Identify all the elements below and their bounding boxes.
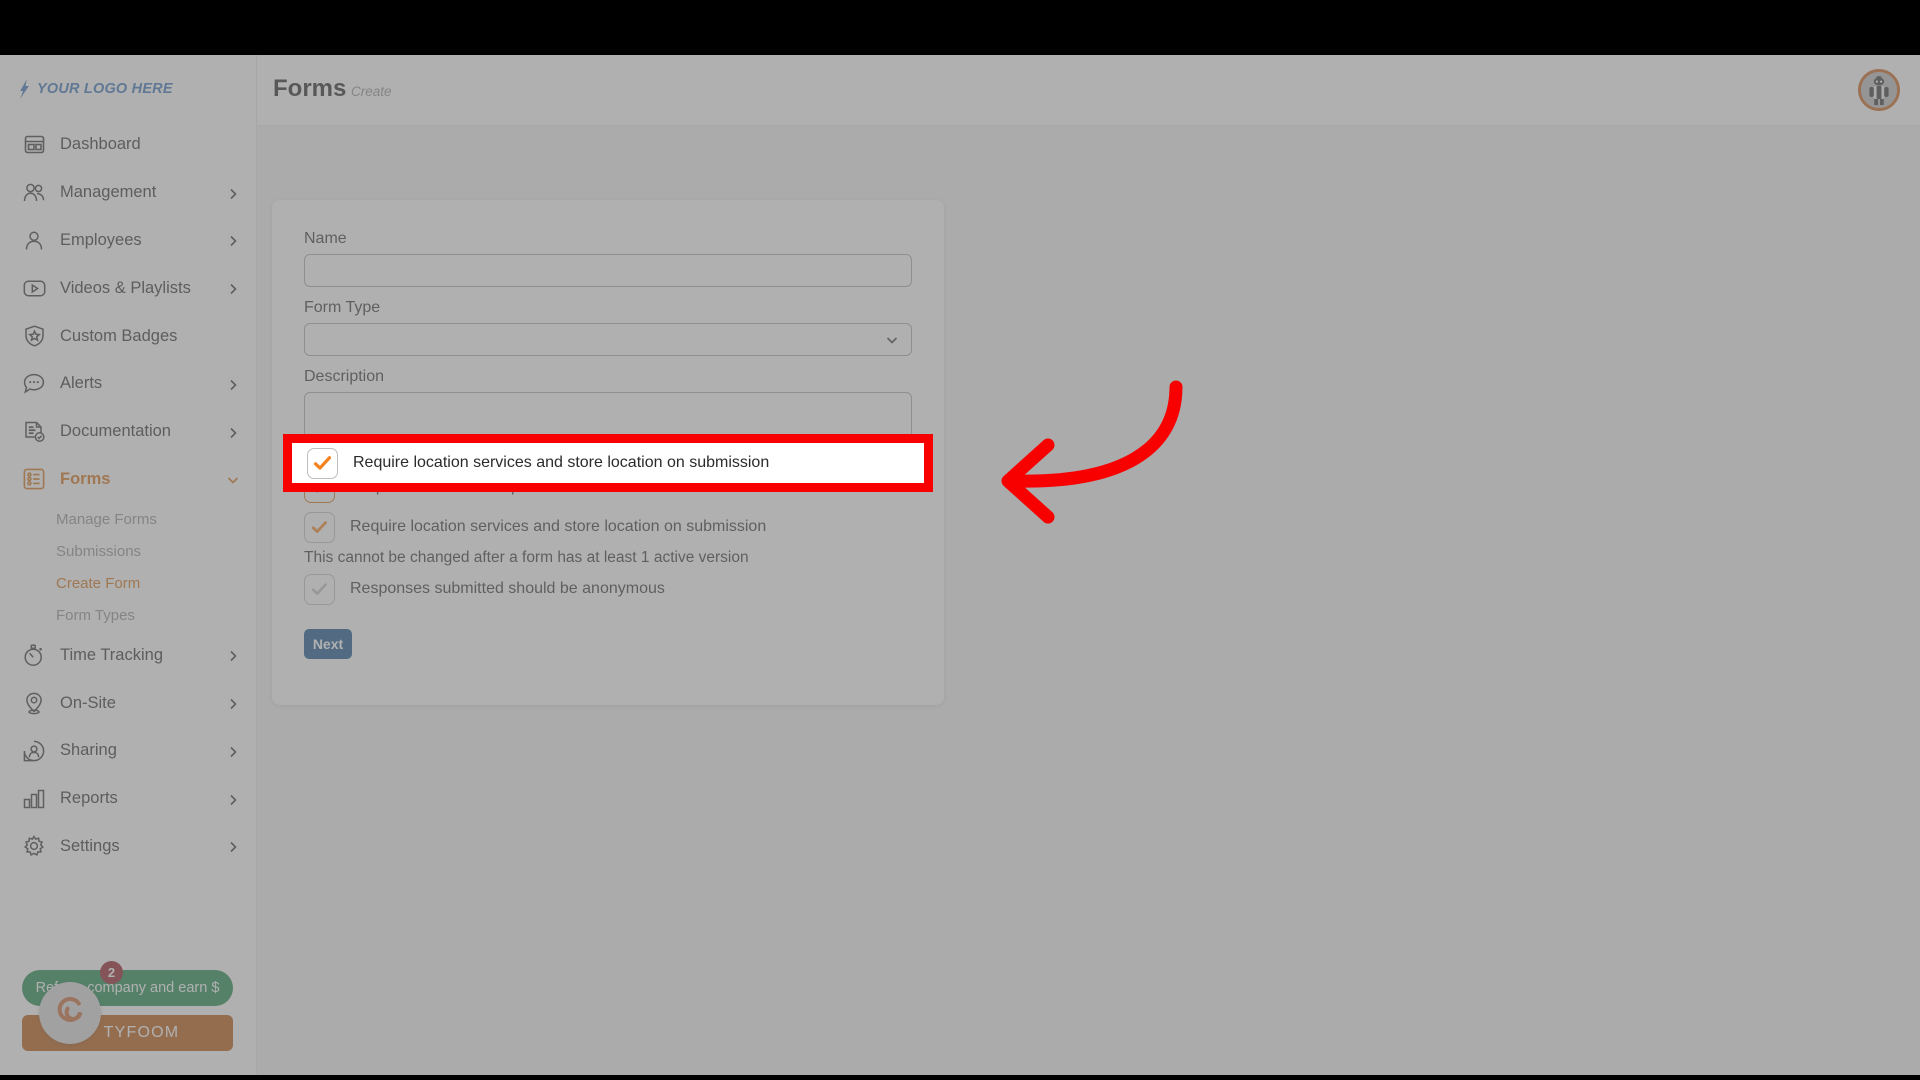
main-content: Name Form Type Description Require locat… bbox=[257, 125, 1920, 1075]
stopwatch-icon bbox=[22, 643, 46, 667]
location-services-checkbox-highlighted[interactable] bbox=[307, 447, 338, 479]
chevron-right-icon bbox=[227, 426, 239, 438]
form-type-label: Form Type bbox=[304, 299, 381, 316]
chevron-right-icon bbox=[227, 234, 239, 247]
dashboard-icon bbox=[22, 133, 46, 157]
lightning-logo-icon bbox=[20, 78, 32, 100]
person-icon bbox=[22, 228, 46, 252]
people-icon bbox=[22, 181, 46, 205]
sidebar-item-sharing[interactable]: Sharing bbox=[0, 727, 257, 775]
sidebar-subnav-forms: Manage Forms Submissions Create Form For… bbox=[0, 503, 257, 631]
name-label: Name bbox=[304, 230, 347, 247]
sidebar-item-label: Documentation bbox=[60, 422, 171, 441]
map-pin-icon bbox=[22, 691, 46, 715]
sidebar-item-employees[interactable]: Employees bbox=[0, 217, 257, 265]
checkmark-icon bbox=[313, 455, 332, 470]
sidebar-item-label: Sharing bbox=[60, 741, 117, 760]
sidebar-item-label: Reports bbox=[60, 789, 118, 808]
sidebar-subitem-label: Submissions bbox=[56, 542, 142, 560]
annotation-highlight-box: Require location services and store loca… bbox=[283, 434, 933, 492]
name-input[interactable] bbox=[304, 254, 912, 287]
gear-icon bbox=[22, 834, 46, 858]
screen-root: YOUR LOGO HERE Dashboard Management Empl… bbox=[0, 0, 1920, 1080]
top-bar: Forms Create bbox=[257, 55, 1920, 126]
sidebar-item-label: Alerts bbox=[60, 374, 103, 393]
chevron-right-icon bbox=[227, 187, 239, 199]
sidebar-item-forms[interactable]: Forms bbox=[0, 456, 257, 504]
chevron-right-icon bbox=[227, 840, 239, 853]
chevron-right-icon bbox=[227, 282, 239, 295]
form-list-icon bbox=[22, 467, 46, 491]
sidebar-item-time-tracking[interactable]: Time Tracking bbox=[0, 631, 257, 679]
sidebar-nav: Dashboard Management Employees Videos & … bbox=[0, 121, 257, 870]
highlighted-checkbox-row[interactable]: Require location services and store loca… bbox=[292, 443, 924, 483]
sidebar-promo: Refer a company and earn $ 2 TYFOOM bbox=[22, 961, 233, 1051]
sidebar-item-dashboard[interactable]: Dashboard bbox=[0, 121, 257, 169]
document-check-icon bbox=[22, 420, 46, 444]
sidebar-item-videos-playlists[interactable]: Videos & Playlists bbox=[0, 264, 257, 312]
sidebar-item-label: Custom Badges bbox=[60, 326, 178, 345]
chat-bubble-icon bbox=[22, 372, 46, 396]
chevron-down-icon bbox=[885, 333, 899, 347]
checkmark-icon bbox=[311, 520, 327, 533]
location-services-checkbox-label-highlighted: Require location services and store loca… bbox=[353, 454, 770, 471]
sidebar: YOUR LOGO HERE Dashboard Management Empl… bbox=[0, 55, 257, 1075]
bar-chart-icon bbox=[22, 787, 46, 811]
tyfoom-spiral-icon bbox=[50, 991, 90, 1036]
video-play-icon bbox=[22, 276, 46, 300]
location-services-checkbox-label: Require location services and store loca… bbox=[350, 518, 767, 535]
sidebar-item-label: On-Site bbox=[60, 693, 116, 712]
chevron-right-icon bbox=[227, 378, 239, 390]
sidebar-item-label: Time Tracking bbox=[60, 645, 163, 664]
avatar[interactable] bbox=[1858, 69, 1900, 111]
tyfoom-label: TYFOOM bbox=[103, 1024, 180, 1041]
sidebar-item-management[interactable]: Management bbox=[0, 169, 257, 217]
sidebar-subitem-label: Form Types bbox=[56, 606, 135, 624]
sidebar-subitem-label: Manage Forms bbox=[56, 510, 157, 528]
next-button[interactable]: Next bbox=[304, 629, 352, 659]
sidebar-subitem-form-types[interactable]: Form Types bbox=[0, 599, 257, 631]
share-person-icon bbox=[22, 739, 46, 763]
sidebar-item-label: Videos & Playlists bbox=[60, 278, 191, 297]
app-logo[interactable]: YOUR LOGO HERE bbox=[20, 78, 173, 100]
tyfoom-floating-button[interactable] bbox=[39, 982, 101, 1044]
sidebar-item-custom-badges[interactable]: Custom Badges bbox=[0, 312, 257, 360]
sidebar-subitem-manage-forms[interactable]: Manage Forms bbox=[0, 503, 257, 535]
chevron-right-icon bbox=[227, 697, 239, 710]
chevron-right-icon bbox=[227, 649, 239, 662]
chevron-right-icon bbox=[227, 793, 239, 805]
checkbox-row-location-services[interactable]: Require location services and store loca… bbox=[304, 507, 912, 547]
sidebar-item-on-site[interactable]: On-Site bbox=[0, 679, 257, 727]
user-avatar-icon bbox=[1861, 72, 1897, 108]
location-services-checkbox[interactable] bbox=[304, 511, 335, 543]
refer-badge-count: 2 bbox=[100, 961, 123, 984]
checkbox-row-anonymous[interactable]: Responses submitted should be anonymous bbox=[304, 569, 912, 609]
logo-text: YOUR LOGO HERE bbox=[37, 81, 173, 97]
sidebar-subitem-create-form[interactable]: Create Form bbox=[0, 567, 257, 599]
shield-star-icon bbox=[22, 324, 46, 348]
sidebar-subitem-submissions[interactable]: Submissions bbox=[0, 535, 257, 567]
chevron-right-icon bbox=[227, 745, 239, 757]
page-title: Forms bbox=[273, 75, 347, 102]
anonymous-checkbox-label: Responses submitted should be anonymous bbox=[350, 580, 665, 597]
sidebar-item-label: Management bbox=[60, 183, 157, 202]
sidebar-item-label: Forms bbox=[60, 469, 111, 488]
anonymous-checkbox[interactable] bbox=[304, 573, 335, 605]
sidebar-item-settings[interactable]: Settings bbox=[0, 823, 257, 871]
description-label: Description bbox=[304, 368, 385, 385]
breadcrumb: Create bbox=[351, 84, 392, 99]
location-services-note: This cannot be changed after a form has … bbox=[304, 549, 749, 566]
sidebar-item-label: Settings bbox=[60, 836, 120, 855]
form-type-select[interactable] bbox=[304, 323, 912, 356]
application-viewport: YOUR LOGO HERE Dashboard Management Empl… bbox=[0, 55, 1920, 1075]
sidebar-item-label: Employees bbox=[60, 230, 142, 249]
chevron-down-icon bbox=[227, 473, 239, 485]
sidebar-subitem-label: Create Form bbox=[56, 574, 141, 592]
sidebar-item-label: Dashboard bbox=[60, 135, 141, 154]
checkmark-icon bbox=[311, 582, 327, 595]
sidebar-item-reports[interactable]: Reports bbox=[0, 775, 257, 823]
sidebar-item-documentation[interactable]: Documentation bbox=[0, 408, 257, 456]
sidebar-item-alerts[interactable]: Alerts bbox=[0, 360, 257, 408]
